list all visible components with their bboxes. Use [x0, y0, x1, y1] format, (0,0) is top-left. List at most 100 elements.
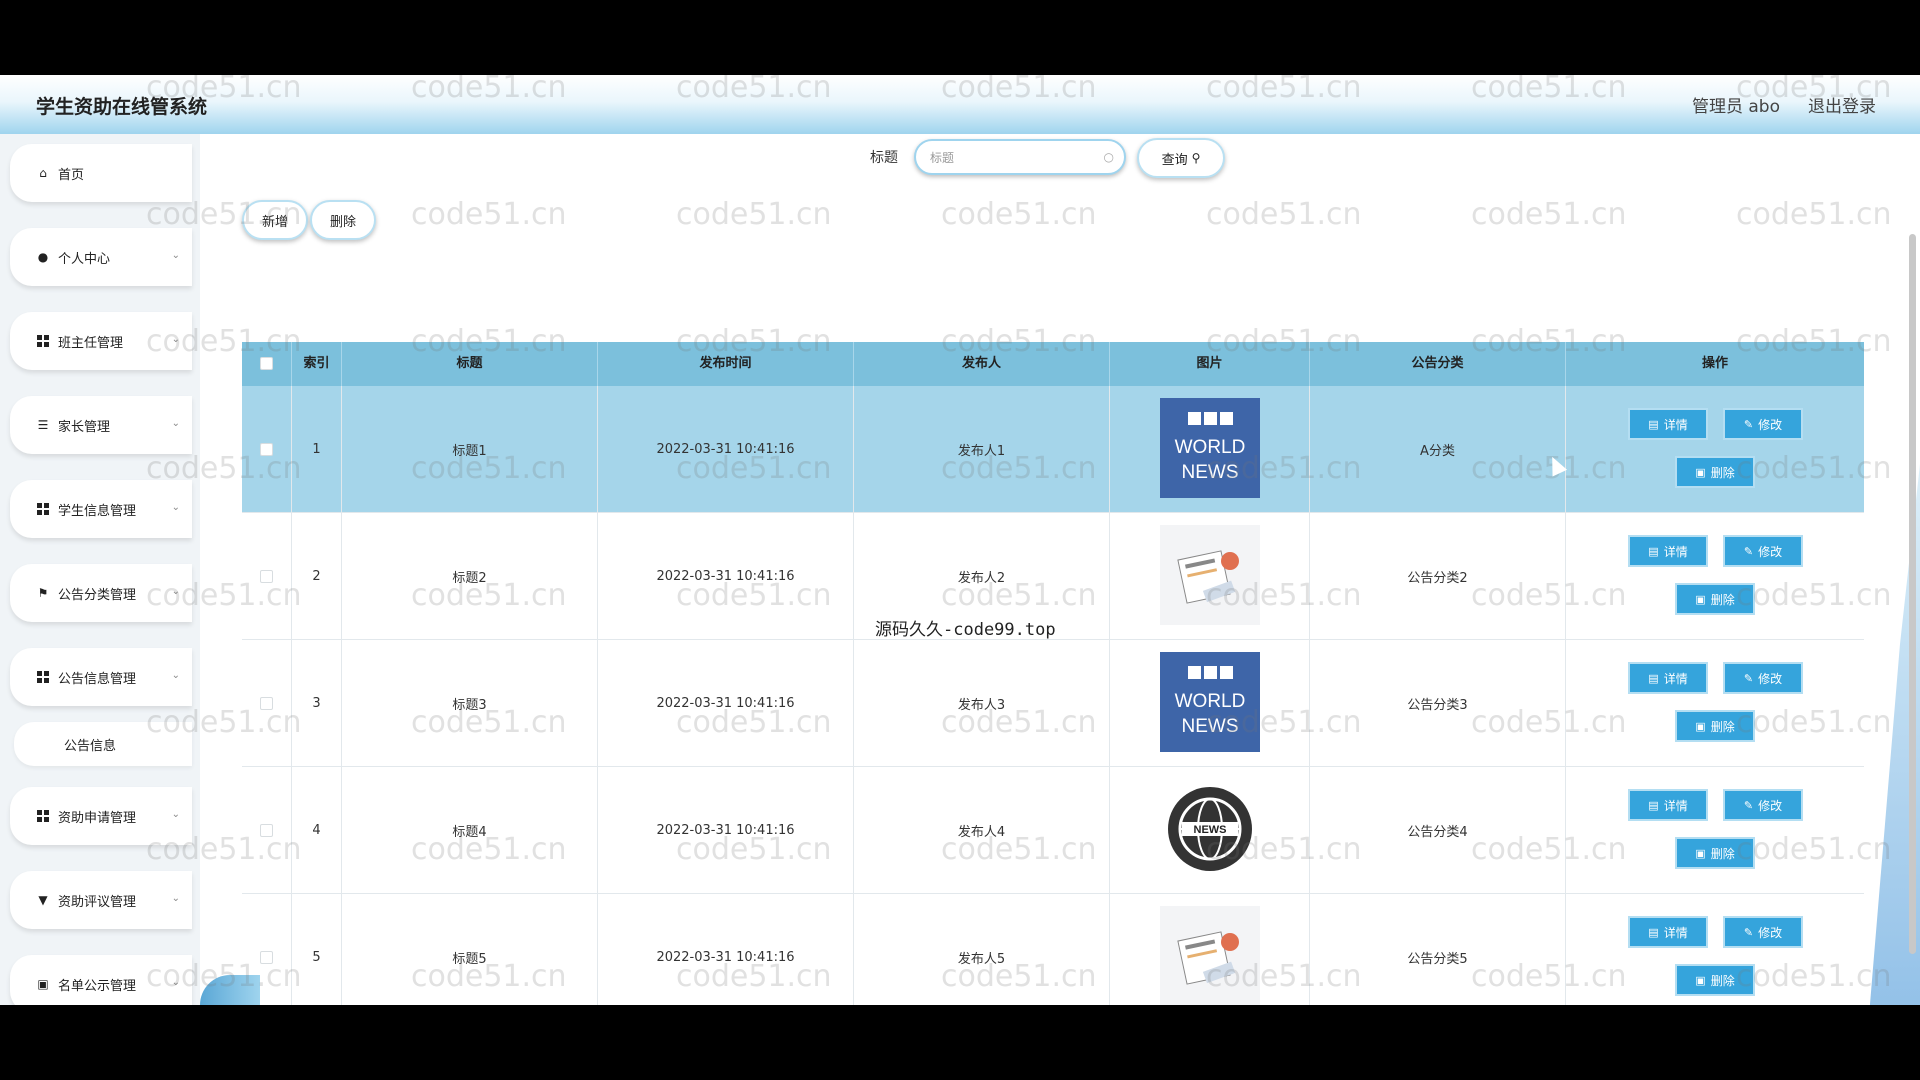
detail-button[interactable]: ▤ 详情 [1628, 789, 1708, 821]
row-category: A分类 [1310, 386, 1566, 513]
grid-icon [36, 809, 50, 823]
document-icon: ▤ [1648, 925, 1659, 939]
sidebar-item-label: 名单公示管理 [58, 978, 137, 994]
sidebar-item-label: 个人中心 [58, 251, 111, 267]
edit-button[interactable]: ✎ 修改 [1723, 535, 1803, 567]
sidebar-item-list-publish[interactable]: ▣ 名单公示管理 ⌄ [10, 955, 192, 1005]
delete-button[interactable]: ▣ 删除 [1675, 964, 1755, 996]
delete-button[interactable]: ▣ 删除 [1675, 710, 1755, 742]
chevron-down-icon: ⌄ [171, 977, 180, 988]
row-title: 标题5 [342, 894, 598, 1005]
edit-button[interactable]: ✎ 修改 [1723, 916, 1803, 948]
row-select-cell [242, 513, 292, 640]
delete-label: 删除 [1710, 846, 1735, 861]
chevron-down-icon: ⌄ [171, 334, 180, 345]
sidebar-item-aid-review[interactable]: ▼ 资助评议管理 ⌄ [10, 871, 192, 929]
sidebar-item-label: 资助评议管理 [58, 894, 137, 910]
app-title: 学生资助在线管系统 [36, 96, 208, 118]
svg-text:NEWS: NEWS [1181, 462, 1238, 483]
row-index: 5 [292, 894, 342, 1005]
select-all-checkbox[interactable] [260, 357, 273, 370]
delete-button[interactable]: ▣ 删除 [1675, 583, 1755, 615]
row-checkbox[interactable] [260, 951, 273, 964]
sidebar-item-student[interactable]: 学生信息管理 ⌄ [10, 480, 192, 538]
pencil-icon: ✎ [1743, 671, 1754, 685]
bulk-delete-button[interactable]: 删除 [310, 200, 376, 240]
detail-label: 详情 [1663, 544, 1688, 559]
table-row[interactable]: 3 标题3 2022-03-31 10:41:16 发布人3 WORLD NEWS 公告分类… [242, 640, 1864, 767]
row-time: 2022-03-31 10:41:16 [598, 767, 854, 894]
query-button[interactable]: 查询 ⚲ [1137, 138, 1225, 178]
delete-label: 删除 [1710, 592, 1735, 607]
sidebar-item-label: 首页 [58, 167, 85, 183]
row-title: 标题1 [342, 386, 598, 513]
table-row[interactable]: 5 标题5 2022-03-31 10:41:16 发布人5 公告分类5 ▤ 详情 ✎ 修改 ▣ 删… [242, 894, 1864, 1005]
top-bar: 学生资助在线管系统 管理员 abo 退出登录 [0, 75, 1920, 134]
pencil-icon: ✎ [1743, 544, 1754, 558]
bbc-world-news-thumbnail: WORLD NEWS [1159, 397, 1260, 502]
document-icon: ▤ [1648, 671, 1659, 685]
scrollbar[interactable] [1909, 234, 1916, 954]
header-time: 发布时间 [598, 342, 854, 386]
detail-button[interactable]: ▤ 详情 [1628, 916, 1708, 948]
row-title: 标题3 [342, 640, 598, 767]
trash-icon: ▣ [1695, 592, 1706, 606]
sidebar-item-notice-category[interactable]: ⚑ 公告分类管理 ⌄ [10, 564, 192, 622]
row-checkbox[interactable] [260, 570, 273, 583]
row-publisher: 发布人5 [854, 894, 1110, 1005]
detail-label: 详情 [1663, 925, 1688, 940]
sidebar-item-notice-info[interactable]: 公告信息管理 ⌄ [10, 648, 192, 706]
sidebar-item-aid-apply[interactable]: 资助申请管理 ⌄ [10, 787, 192, 845]
chevron-down-icon: ⌄ [171, 893, 180, 904]
chevron-down-icon: ⌄ [171, 250, 180, 261]
detail-button[interactable]: ▤ 详情 [1628, 408, 1708, 440]
logout-link[interactable]: 退出登录 [1808, 92, 1876, 117]
document-icon: ▤ [1648, 798, 1659, 812]
row-actions: ▤ 详情 ✎ 修改 ▣ 删除 [1566, 767, 1864, 894]
edit-button[interactable]: ✎ 修改 [1723, 408, 1803, 440]
edit-label: 修改 [1758, 671, 1783, 686]
row-checkbox[interactable] [260, 443, 273, 456]
sidebar-item-home[interactable]: ⌂ 首页 [10, 144, 192, 202]
detail-button[interactable]: ▤ 详情 [1628, 535, 1708, 567]
row-actions: ▤ 详情 ✎ 修改 ▣ 删除 [1566, 894, 1864, 1005]
edit-label: 修改 [1758, 544, 1783, 559]
row-checkbox[interactable] [260, 824, 273, 837]
row-publisher: 发布人1 [854, 386, 1110, 513]
edit-label: 修改 [1758, 417, 1783, 432]
add-button[interactable]: 新增 [242, 200, 308, 240]
row-title: 标题2 [342, 513, 598, 640]
row-actions: ▤ 详情 ✎ 修改 ▣ 删除 [1566, 386, 1864, 513]
search-input[interactable]: 标题 ○ [914, 139, 1126, 175]
row-actions: ▤ 详情 ✎ 修改 ▣ 删除 [1566, 640, 1864, 767]
news-globe-thumbnail: NEWS [1159, 778, 1260, 883]
detail-label: 详情 [1663, 671, 1688, 686]
header-category: 公告分类 [1310, 342, 1566, 386]
table-row[interactable]: 4 标题4 2022-03-31 10:41:16 发布人4 NEWS 公告分类4 ▤ 详情 ✎… [242, 767, 1864, 894]
sidebar-item-teacher[interactable]: 班主任管理 ⌄ [10, 312, 192, 370]
delete-button[interactable]: ▣ 删除 [1675, 837, 1755, 869]
sidebar-item-parent[interactable]: ☰ 家长管理 ⌄ [10, 396, 192, 454]
select-all-cell [242, 342, 292, 386]
row-index: 2 [292, 513, 342, 640]
row-time: 2022-03-31 10:41:16 [598, 640, 854, 767]
search-placeholder: 标题 [930, 150, 955, 165]
chevron-down-icon: ⌄ [171, 502, 180, 513]
pencil-icon: ✎ [1743, 798, 1754, 812]
svg-text:WORLD: WORLD [1174, 437, 1245, 458]
row-select-cell [242, 386, 292, 513]
edit-button[interactable]: ✎ 修改 [1723, 662, 1803, 694]
pencil-icon: ✎ [1743, 417, 1754, 431]
delete-label: 删除 [1710, 973, 1735, 988]
delete-button[interactable]: ▣ 删除 [1675, 456, 1755, 488]
edit-button[interactable]: ✎ 修改 [1723, 789, 1803, 821]
detail-button[interactable]: ▤ 详情 [1628, 662, 1708, 694]
row-checkbox[interactable] [260, 697, 273, 710]
table-row[interactable]: 1 标题1 2022-03-31 10:41:16 发布人1 WORLD NEWS A分类 ▤… [242, 386, 1864, 513]
app-window: 学生资助在线管系统 管理员 abo 退出登录 ⌂ 首页 ● 个人中心 ⌄ 班主任… [0, 75, 1920, 1005]
sidebar-subitem-notice[interactable]: 公告信息 [14, 722, 192, 766]
row-image: WORLD NEWS [1110, 386, 1310, 513]
sidebar-item-personal[interactable]: ● 个人中心 ⌄ [10, 228, 192, 286]
watermark-text: 源码久久-code99.top [875, 620, 1056, 640]
detail-label: 详情 [1663, 417, 1688, 432]
